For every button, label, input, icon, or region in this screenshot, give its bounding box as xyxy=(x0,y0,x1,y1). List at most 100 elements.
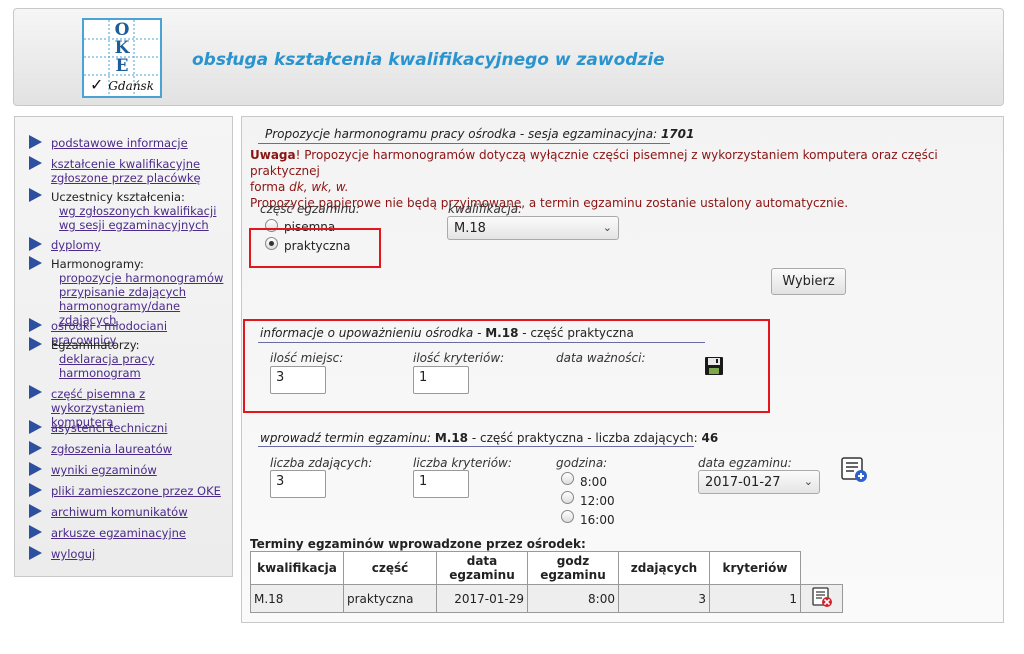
sidebar-link[interactable]: arkusze egzaminacyjne xyxy=(51,526,186,540)
radio-hour-16[interactable] xyxy=(561,510,574,523)
warning-forms: dk, wk, w. xyxy=(289,180,349,194)
cell-godz: 8:00 xyxy=(527,584,619,613)
sidebar-item-dyplomy[interactable]: dyplomy xyxy=(51,238,101,252)
warning-label: Uwaga xyxy=(250,148,296,162)
auth-title-suffix: - część praktyczna xyxy=(518,326,634,340)
col-header-kryteriow: kryteriów xyxy=(709,551,801,585)
term-criteria-input[interactable]: 1 xyxy=(413,470,469,498)
term-title: wprowadź termin egzaminu: M.18 - część p… xyxy=(260,431,718,445)
sidebar-subitem[interactable]: przypisanie zdających xyxy=(51,285,232,299)
sidebar-group-harmonogramy: Harmonogramy: propozycje harmonogramów p… xyxy=(51,257,232,327)
students-input[interactable]: 3 xyxy=(270,470,326,498)
sidebar-item-pliki[interactable]: pliki zamieszczone przez OKE xyxy=(51,484,221,498)
session-number: 1701 xyxy=(660,127,695,141)
sidebar-item-asystenci[interactable]: asystenci techniczni xyxy=(51,421,167,435)
sidebar-group-label: Uczestnicy kształcenia: xyxy=(51,190,185,204)
hour-12-label: 12:00 xyxy=(580,494,615,508)
radio-hour-12[interactable] xyxy=(561,491,574,504)
auth-title-prefix: informacje o upoważnieniu ośrodka - xyxy=(260,326,486,340)
validity-label: data ważności: xyxy=(556,351,646,365)
sidebar-item-wyloguj[interactable]: wyloguj xyxy=(51,547,95,561)
oke-logo: O K E ✓ Gdańsk xyxy=(82,18,162,98)
col-header-godz: godz egzaminu xyxy=(527,551,619,585)
sidebar: podstawowe informacje kształcenie kwalif… xyxy=(14,116,233,577)
arrow-icon xyxy=(29,188,42,202)
students-label: liczba zdających: xyxy=(270,456,373,470)
date-label: data egzaminu: xyxy=(698,456,792,470)
sidebar-subitem[interactable]: harmonogram xyxy=(51,366,154,380)
chevron-down-icon: ⌄ xyxy=(602,221,612,234)
arrow-icon xyxy=(29,318,42,332)
sidebar-subitem[interactable]: wg sesji egzaminacyjnych xyxy=(51,218,216,232)
sidebar-subitem[interactable]: deklaracja pracy xyxy=(51,352,154,366)
hour-8-label: 8:00 xyxy=(580,475,607,489)
save-icon[interactable] xyxy=(704,356,724,376)
table-header-row: kwalifikacja część data egzaminu godz eg… xyxy=(250,551,843,585)
sidebar-group-uczestnicy: Uczestnicy kształcenia: wg zgłoszonych k… xyxy=(51,190,216,232)
arrow-icon xyxy=(29,156,42,170)
sidebar-link[interactable]: asystenci techniczni xyxy=(51,421,167,435)
arrow-icon xyxy=(29,135,42,149)
places-label: ilość miejsc: xyxy=(270,351,344,365)
cell-data: 2017-01-29 xyxy=(436,584,528,613)
places-input[interactable]: 3 xyxy=(270,366,326,394)
sidebar-group-label: Harmonogramy: xyxy=(51,257,144,271)
logo-letter-o: O xyxy=(114,20,130,40)
sidebar-item-laureaci[interactable]: zgłoszenia laureatów xyxy=(51,442,172,456)
sidebar-link[interactable]: kształcenie kwalifikacyjne xyxy=(51,157,200,171)
sidebar-item-ksztalcenie[interactable]: kształcenie kwalifikacyjne zgłoszone prze… xyxy=(51,157,201,185)
choose-button[interactable]: Wybierz xyxy=(771,268,846,295)
arrow-icon xyxy=(29,420,42,434)
cell-kryteriow: 1 xyxy=(709,584,801,613)
sidebar-link[interactable]: część pisemna z wykorzystaniem xyxy=(51,387,145,415)
logo-city: Gdańsk xyxy=(108,79,154,93)
cell-czesc: praktyczna xyxy=(343,584,437,613)
sidebar-link[interactable]: wyniki egzaminów xyxy=(51,463,157,477)
sidebar-link[interactable]: podstawowe informacje xyxy=(51,136,188,150)
arrow-icon xyxy=(29,483,42,497)
date-select-value: 2017-01-27 xyxy=(705,475,781,490)
sidebar-group-label: Egzaminatorzy: xyxy=(51,338,140,352)
section-title: Propozycje harmonogramu pracy ośrodka - … xyxy=(265,127,694,141)
delete-list-icon[interactable] xyxy=(811,587,833,607)
sidebar-link[interactable]: archiwum komunikatów xyxy=(51,505,188,519)
arrow-icon xyxy=(29,237,42,251)
sidebar-link[interactable]: wyloguj xyxy=(51,547,95,561)
warning-message: Uwaga! Propozycje harmonogramów dotyczą … xyxy=(250,147,1000,211)
logo-letter-e: E xyxy=(115,56,129,76)
auth-qual: M.18 xyxy=(485,326,519,340)
qual-select[interactable]: M.18 ⌄ xyxy=(447,216,619,240)
sidebar-link[interactable]: pliki zamieszczone przez OKE xyxy=(51,484,221,498)
arrow-icon xyxy=(29,462,42,476)
cell-zdajacych: 3 xyxy=(618,584,710,613)
sidebar-item-podstawowe[interactable]: podstawowe informacje xyxy=(51,136,188,150)
arrow-icon xyxy=(29,504,42,518)
term-title-mid: - część praktyczna - liczba zdających: xyxy=(468,431,702,445)
term-title-prefix: wprowadź termin egzaminu: xyxy=(260,431,435,445)
arrow-icon xyxy=(29,546,42,560)
date-select[interactable]: 2017-01-27 ⌄ xyxy=(698,470,820,494)
sidebar-item-arkusze[interactable]: arkusze egzaminacyjne xyxy=(51,526,186,540)
col-header-kwalifikacja: kwalifikacja xyxy=(250,551,344,585)
part-label: część egzaminu: xyxy=(260,202,360,216)
sidebar-item-wyniki[interactable]: wyniki egzaminów xyxy=(51,463,157,477)
qual-label: kwalifikacja: xyxy=(448,202,523,216)
col-header-czesc: część xyxy=(343,551,437,585)
sidebar-link[interactable]: dyplomy xyxy=(51,238,101,252)
term-qual: M.18 xyxy=(434,431,469,445)
sidebar-subitem[interactable]: wg zgłoszonych kwalifikacji xyxy=(51,204,216,218)
sidebar-item-archiwum[interactable]: archiwum komunikatów xyxy=(51,505,188,519)
col-header-data: data egzaminu xyxy=(436,551,528,585)
hour-16-label: 16:00 xyxy=(580,513,615,527)
chevron-down-icon: ⌄ xyxy=(803,475,813,488)
sidebar-link[interactable]: zgłoszenia laureatów xyxy=(51,442,172,456)
auth-criteria-input[interactable]: 1 xyxy=(413,366,469,394)
add-list-icon[interactable] xyxy=(841,457,869,483)
sidebar-link-cont[interactable]: zgłoszone przez placówkę xyxy=(51,171,201,185)
auth-criteria-label: ilość kryteriów: xyxy=(413,351,505,365)
col-header-zdajacych: zdających xyxy=(618,551,710,585)
term-criteria-label: liczba kryteriów: xyxy=(413,456,512,470)
sidebar-subitem[interactable]: propozycje harmonogramów xyxy=(51,271,232,285)
radio-hour-8[interactable] xyxy=(561,472,574,485)
logo-letter-k: K xyxy=(114,38,130,58)
